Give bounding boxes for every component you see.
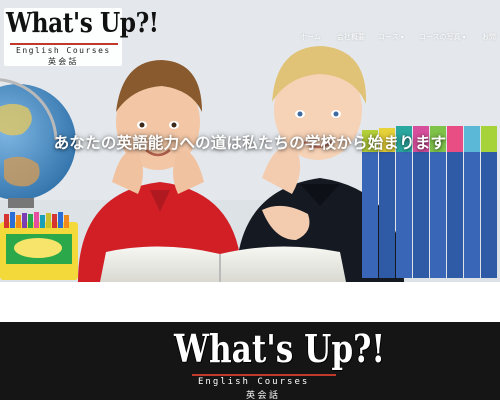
nav-item-company[interactable]: 会社概要 <box>337 32 365 42</box>
nav-item-label: コースの写真 <box>419 34 461 41</box>
logo-wordmark: What's Up?! <box>6 8 159 39</box>
nav-item-label: 会社概要 <box>337 34 365 41</box>
nav-item-contact[interactable]: お問 <box>482 32 496 42</box>
logo-underline <box>10 43 118 45</box>
footer: What's Up?! English Courses 英 会 話 <box>0 322 500 400</box>
hero-headline: あなたの英語能力への道は私たちの学校から始まります <box>53 134 447 152</box>
footer-japanese: 英 会 話 <box>246 390 279 400</box>
footer-logo[interactable]: What's Up?! English Courses 英 会 話 <box>168 326 385 400</box>
nav-item-home[interactable]: ホーム <box>300 32 321 42</box>
logo-japanese: 英 会 話 <box>48 57 77 66</box>
nav-item-label: お問 <box>482 34 496 41</box>
chevron-down-icon: ▾ <box>400 35 404 41</box>
hero-banner: What's Up?! English Courses 英 会 話 ホーム 会社… <box>0 0 500 282</box>
footer-wordmark: What's Up?! <box>174 326 386 371</box>
nav-item-label: コース <box>378 34 399 41</box>
nav-item-label: ホーム <box>300 34 321 41</box>
footer-tagline: English Courses <box>198 377 310 387</box>
footer-logo-underline <box>192 374 336 376</box>
logo-tagline: English Courses <box>16 46 111 55</box>
nav-item-course-photos[interactable]: コースの写真 ▾ <box>419 32 466 42</box>
nav-item-courses[interactable]: コース ▾ <box>378 32 404 42</box>
site-logo[interactable]: What's Up?! English Courses 英 会 話 <box>4 8 159 66</box>
chevron-down-icon: ▾ <box>462 35 466 41</box>
